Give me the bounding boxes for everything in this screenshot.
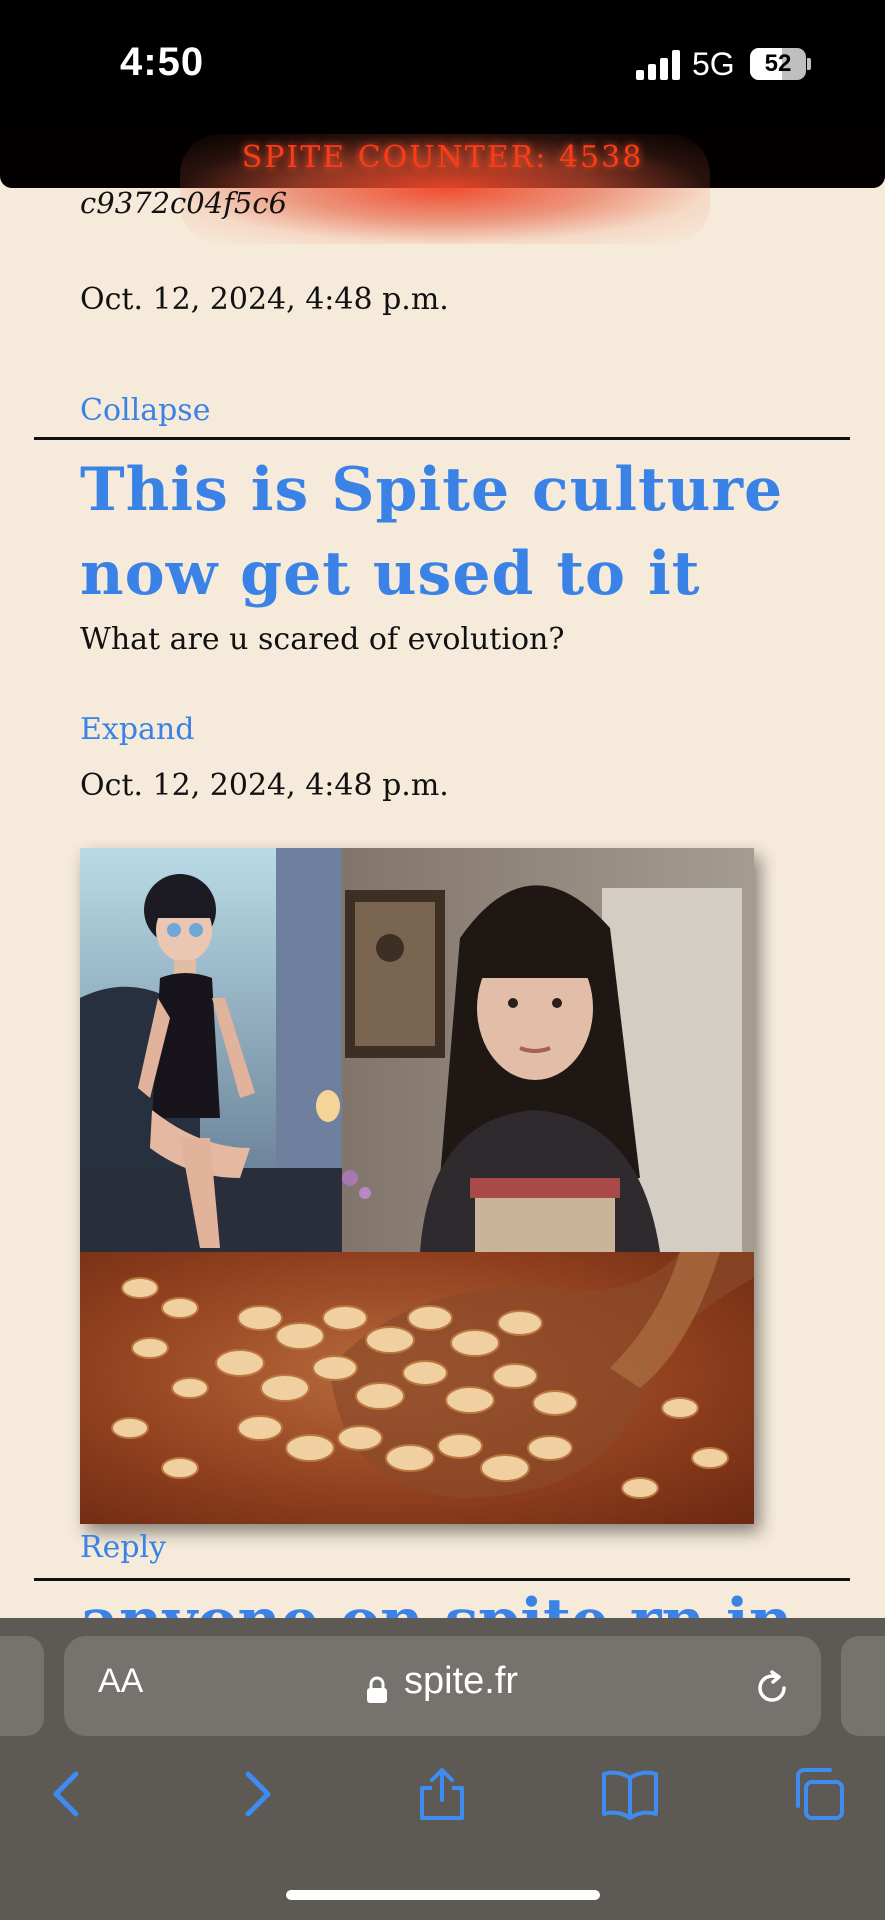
battery-icon: 52 (750, 48, 806, 80)
photo-girl-image (342, 848, 754, 1252)
chevron-right-icon[interactable] (226, 1764, 286, 1824)
post-divider (34, 437, 850, 440)
home-indicator (286, 1890, 600, 1900)
beans-image (80, 1252, 754, 1524)
aa-label: AA (98, 1662, 144, 1700)
url-text[interactable]: spite.fr (404, 1660, 518, 1703)
share-icon[interactable] (412, 1764, 472, 1824)
next-tab-preview[interactable] (841, 1636, 885, 1736)
cartoon-girl-image (80, 848, 342, 1252)
spite-counter: SPITE COUNTER: 4538 (241, 140, 644, 175)
post-date: Oct. 12, 2024, 4:48 p.m. (80, 282, 449, 317)
status-time: 4:50 (120, 40, 205, 84)
lock-icon (367, 1676, 387, 1703)
reload-icon[interactable] (752, 1668, 792, 1708)
reply-link[interactable]: Reply (80, 1530, 166, 1565)
network-type: 5G (692, 46, 735, 82)
battery-nub (807, 58, 811, 70)
previous-tab-preview[interactable] (0, 1636, 44, 1736)
battery-percent: 52 (764, 50, 792, 77)
post-author[interactable]: c9372c04f5c6 (80, 186, 287, 220)
post-title[interactable]: This is Spite culture now get used to it (80, 448, 820, 616)
chevron-left-icon[interactable] (38, 1764, 98, 1824)
post-divider (34, 1578, 850, 1581)
post-image[interactable] (80, 848, 754, 1524)
collapse-link[interactable]: Collapse (80, 393, 210, 428)
signal-icon (636, 50, 680, 80)
book-icon[interactable] (600, 1764, 660, 1824)
post-date: Oct. 12, 2024, 4:48 p.m. (80, 768, 449, 803)
status-bar: 4:50 5G 52 (0, 0, 885, 135)
expand-link[interactable]: Expand (80, 712, 194, 747)
post-body: What are u scared of evolution? (80, 622, 565, 657)
page-settings-button[interactable]: AA (98, 1662, 143, 1701)
tabs-icon[interactable] (788, 1764, 848, 1824)
